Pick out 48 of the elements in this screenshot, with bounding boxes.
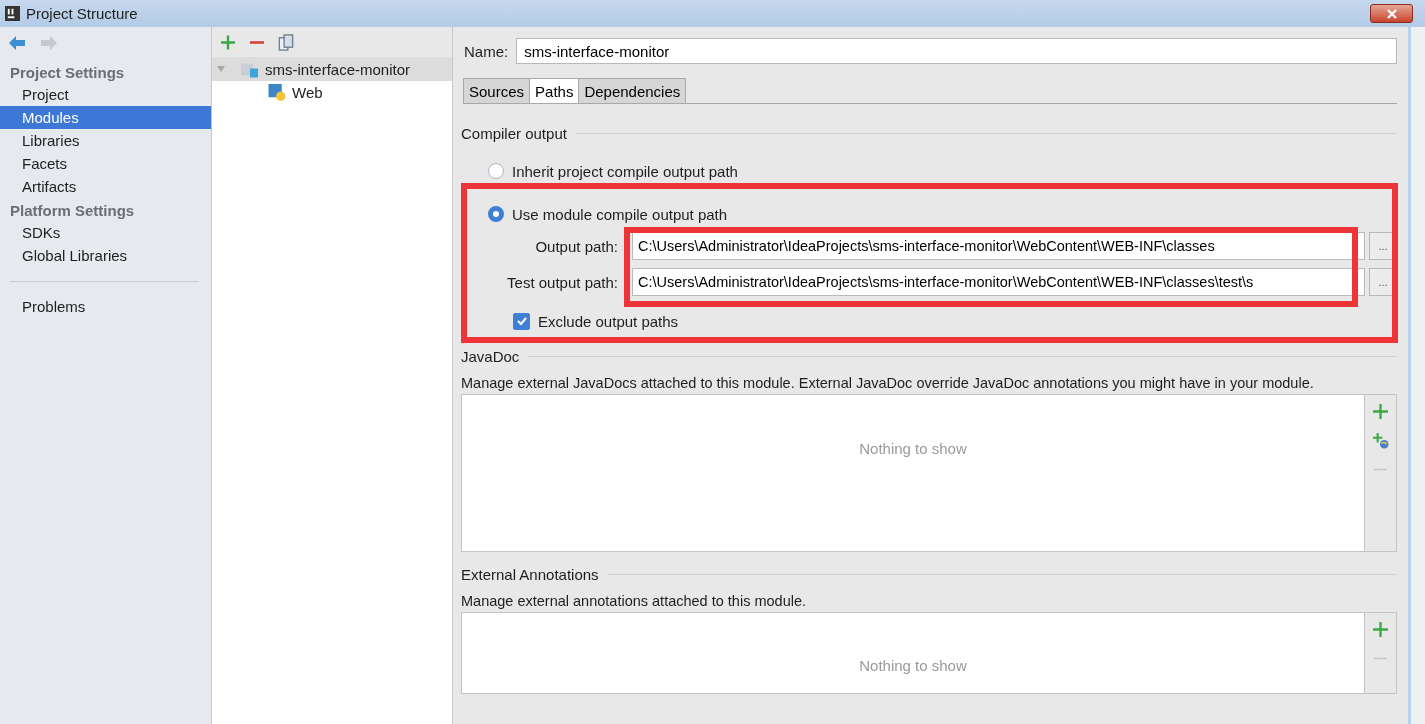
sidebar-item[interactable]: Facets (0, 152, 211, 175)
description: Manage external annotations attached to this module. (461, 593, 807, 609)
tab[interactable]: Sources (463, 78, 531, 103)
close-button[interactable] (1370, 4, 1413, 23)
section-heading: Project Settings (9, 63, 126, 83)
forward-arrow-icon[interactable] (40, 35, 58, 51)
radio-label: Inherit project compile output path (512, 162, 738, 180)
radio-button[interactable] (488, 163, 504, 179)
back-arrow-icon[interactable] (8, 35, 26, 51)
tree-item[interactable]: Web (212, 81, 452, 104)
check-icon (515, 315, 528, 327)
group-title: JavaDoc (461, 347, 520, 365)
empty-text: Nothing to show (859, 440, 967, 458)
name-label: Name: (464, 42, 509, 60)
sidebar-item[interactable]: Problems (0, 295, 211, 318)
web-module-icon (268, 84, 286, 101)
path-field[interactable]: C:\Users\Administrator\IdeaProjects\sms-interface-monitor\WebContent\WEB-INF\classes\test\s (632, 268, 1365, 296)
sidebar-item[interactable]: Project (0, 83, 211, 106)
add-icon[interactable] (220, 33, 236, 51)
field-label: Output path: (534, 237, 619, 255)
radio-button[interactable] (488, 206, 504, 222)
sidebar-item[interactable]: Global Libraries (0, 244, 211, 267)
sidebar-item[interactable]: Libraries (0, 129, 211, 152)
window-title: Project Structure (26, 5, 139, 22)
sidebar-item[interactable]: Artifacts (0, 175, 211, 198)
sidebar-item[interactable]: SDKs (0, 221, 211, 244)
add-icon[interactable] (1372, 621, 1389, 638)
section-heading: Platform Settings (9, 201, 136, 221)
description: Manage external JavaDocs attached to this module. External JavaDoc override JavaDoc annotations you might have in your module. (461, 375, 1315, 391)
add-icon[interactable] (1372, 403, 1389, 420)
expand-icon[interactable] (216, 64, 226, 74)
path-field[interactable]: C:\Users\Administrator\IdeaProjects\sms-interface-monitor\WebContent\WEB-INF\classes (632, 232, 1365, 260)
checkbox[interactable] (513, 312, 530, 330)
close-icon (1385, 7, 1398, 20)
radio-label: Use module compile output path (512, 205, 728, 223)
tree-item[interactable]: sms-interface-monitor (212, 57, 452, 81)
empty-text: Nothing to show (859, 657, 967, 675)
tab[interactable]: Dependencies (578, 78, 687, 103)
field-label: Test output path: (506, 273, 619, 291)
add-globe-icon[interactable] (1372, 432, 1389, 449)
group-title: Compiler output (461, 124, 567, 142)
copy-icon[interactable] (278, 33, 294, 51)
tab[interactable]: Paths (529, 78, 580, 103)
name-field[interactable]: sms-interface-monitor (516, 38, 1397, 64)
app-icon (5, 6, 20, 21)
sidebar-item[interactable]: Modules (0, 106, 211, 129)
checkbox-label: Exclude output paths (538, 312, 679, 330)
group-title: External Annotations (461, 565, 599, 583)
